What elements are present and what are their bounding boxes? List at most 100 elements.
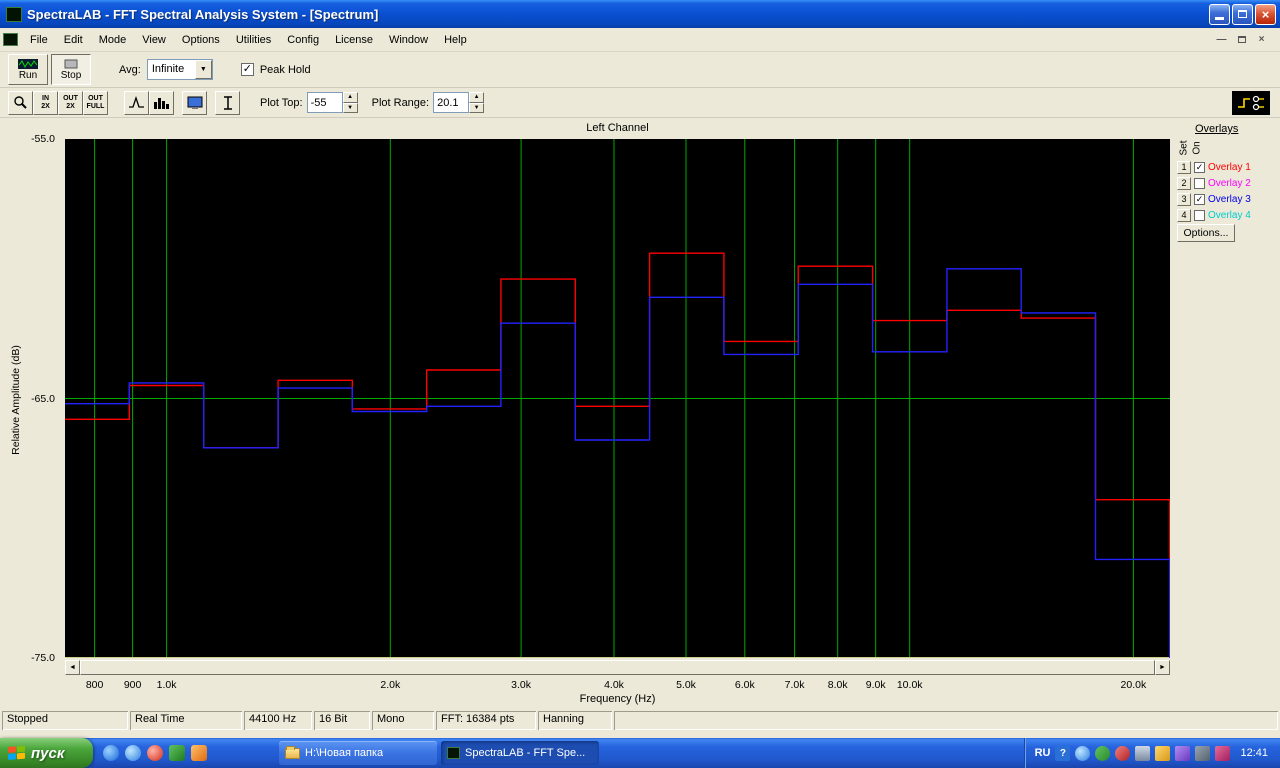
status-run-state: Stopped — [2, 711, 128, 730]
overlay-options-button[interactable]: Options... — [1177, 224, 1235, 242]
plot-range-up-button[interactable]: ▲ — [469, 92, 485, 103]
x-tick-label: 6.0k — [734, 679, 755, 691]
tray-icon-5[interactable] — [1175, 745, 1191, 761]
overlay-2-checkbox[interactable] — [1194, 177, 1205, 189]
quicklaunch-icon-1[interactable] — [103, 745, 119, 761]
display-settings-button[interactable] — [182, 90, 207, 115]
x-tick-label: 4.0k — [604, 679, 624, 691]
menu-options[interactable]: Options — [174, 31, 228, 49]
menu-help[interactable]: Help — [436, 31, 475, 49]
audio-io-icon — [1238, 95, 1264, 110]
overlay-4-set-button[interactable]: 4 — [1177, 208, 1191, 222]
plot-scrollbar[interactable]: ◄ ► — [65, 660, 1170, 675]
tray-icon-monitor[interactable] — [1135, 745, 1151, 761]
avg-label: Avg: — [119, 63, 141, 76]
zoom-out-2x-button[interactable]: OUT 2X — [58, 90, 83, 115]
plot-top-input[interactable] — [306, 92, 343, 113]
scroll-left-button[interactable]: ◄ — [65, 660, 80, 675]
tray-icon-6[interactable] — [1215, 745, 1231, 761]
zoom-tool-button[interactable] — [8, 90, 33, 115]
language-indicator[interactable]: RU — [1035, 747, 1051, 759]
tray-icon-2[interactable] — [1095, 745, 1111, 761]
transport-toolbar: Run Stop Avg: Infinite ▼ ✓ Peak Hold — [0, 52, 1280, 88]
magnifier-icon — [14, 96, 27, 109]
menu-config[interactable]: Config — [279, 31, 327, 49]
mdi-restore-button[interactable] — [1233, 32, 1250, 47]
menu-mode[interactable]: Mode — [91, 31, 135, 49]
quicklaunch-icon-5[interactable] — [191, 745, 207, 761]
overlay-row-1: 1 ✓ Overlay 1 — [1177, 160, 1251, 174]
plot-top-up-button[interactable]: ▲ — [342, 92, 358, 103]
zoom-out-full-button[interactable]: OUT FULL — [83, 90, 108, 115]
menu-view[interactable]: View — [134, 31, 174, 49]
close-button[interactable]: × — [1255, 3, 1276, 25]
scrollbar-thumb[interactable] — [80, 660, 1155, 675]
minimize-icon — [1215, 17, 1224, 20]
plot-range-down-button[interactable]: ▼ — [469, 102, 485, 113]
app-icon[interactable] — [6, 6, 22, 22]
x-axis-labels: 800 900 1.0k 2.0k 3.0k 4.0k 5.0k 6.0k 7.0k 8.0k 9.… — [65, 679, 1170, 692]
menu-file[interactable]: File — [22, 31, 56, 49]
plot-toolbar: IN 2X OUT 2X OUT FULL Plot Top: -55 ▲ ▼ … — [0, 88, 1280, 118]
overlays-panel: Overlays Set On 1 ✓ Overlay 1 2 Overlay … — [1175, 118, 1280, 710]
plot-range-input[interactable] — [433, 92, 470, 113]
avg-combobox[interactable]: Infinite ▼ — [146, 59, 213, 80]
overlay-2-set-button[interactable]: 2 — [1177, 176, 1191, 190]
status-bar: Stopped Real Time 44100 Hz 16 Bit Mono F… — [0, 710, 1280, 731]
taskbar: пуск H:\Новая папка SpectraLAB - FFT Spe… — [0, 738, 1280, 768]
status-window-function: Hanning — [538, 711, 612, 730]
menu-edit[interactable]: Edit — [56, 31, 91, 49]
bar-plot-mode-button[interactable] — [149, 90, 174, 115]
overlay-row-4: 4 Overlay 4 — [1177, 208, 1251, 222]
menu-utilities[interactable]: Utilities — [228, 31, 279, 49]
menu-window[interactable]: Window — [381, 31, 436, 49]
tray-icon-volume[interactable] — [1195, 745, 1211, 761]
avg-value: Infinite — [151, 63, 185, 75]
peak-hold-checkbox[interactable]: ✓ — [240, 63, 254, 76]
overlay-4-checkbox[interactable] — [1194, 209, 1205, 221]
x-tick-label: 20.0k — [1120, 679, 1147, 691]
clock[interactable]: 12:41 — [1240, 747, 1268, 759]
marker-tool-button[interactable] — [215, 90, 240, 115]
mdi-minimize-button[interactable]: — — [1213, 32, 1230, 47]
y-tick-label: -65.0 — [31, 392, 55, 405]
overlay-3-set-button[interactable]: 3 — [1177, 192, 1191, 206]
x-tick-label: 3.0k — [511, 679, 532, 691]
folder-icon — [285, 745, 300, 759]
x-tick-label: 5.0k — [676, 679, 696, 691]
zoom-in-2x-button[interactable]: IN 2X — [33, 90, 58, 115]
overlay-1-checkbox[interactable]: ✓ — [1194, 161, 1205, 173]
overlay-3-checkbox[interactable]: ✓ — [1194, 193, 1205, 205]
quicklaunch-icon-3[interactable] — [147, 745, 163, 761]
y-tick-label: -75.0 — [31, 652, 55, 664]
quicklaunch-icon-4[interactable] — [169, 745, 185, 761]
start-button[interactable]: пуск — [0, 738, 93, 768]
task-button-spectralab[interactable]: SpectraLAB - FFT Spe... — [441, 741, 599, 765]
restore-button[interactable] — [1232, 3, 1253, 25]
tray-icon-3[interactable] — [1115, 745, 1131, 761]
line-plot-mode-button[interactable] — [124, 90, 149, 115]
mdi-close-button[interactable]: × — [1253, 32, 1270, 47]
task-button-folder[interactable]: H:\Новая папка — [279, 741, 437, 765]
plot-top-down-button[interactable]: ▼ — [342, 102, 358, 113]
audio-io-button[interactable] — [1232, 90, 1270, 115]
tray-icon-4[interactable] — [1155, 745, 1171, 761]
stop-button[interactable]: Stop — [51, 54, 91, 85]
spectrum-plot[interactable] — [65, 139, 1171, 658]
plot-title: Left Channel — [586, 122, 649, 134]
overlay-1-set-button[interactable]: 1 — [1177, 160, 1191, 174]
tray-icon-1[interactable] — [1075, 745, 1091, 761]
minimize-button[interactable] — [1209, 3, 1230, 25]
help-tray-icon[interactable]: ? — [1055, 745, 1071, 761]
document-icon[interactable] — [3, 33, 18, 46]
quicklaunch-icon-2[interactable] — [125, 745, 141, 761]
scroll-right-button[interactable]: ► — [1155, 660, 1170, 675]
title-bar: SpectraLAB - FFT Spectral Analysis Syste… — [0, 0, 1280, 28]
avg-dropdown-button[interactable]: ▼ — [194, 60, 212, 79]
overlays-set-column-label: Set — [1178, 140, 1190, 156]
run-button[interactable]: Run — [8, 54, 48, 85]
mdi-restore-icon — [1237, 36, 1246, 43]
menu-license[interactable]: License — [327, 31, 381, 49]
spectrum-curve-icon — [129, 96, 144, 108]
x-tick-label: 900 — [123, 679, 142, 691]
